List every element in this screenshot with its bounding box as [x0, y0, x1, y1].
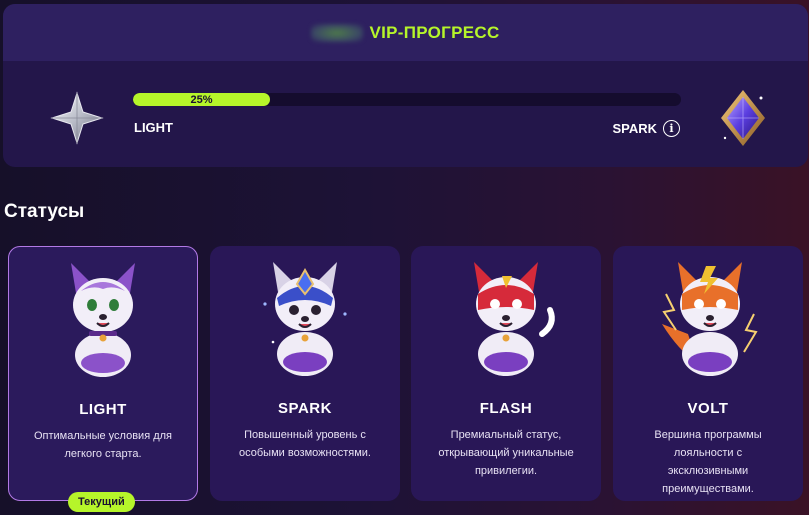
status-card-description: Вершина программы лояльности с эксклюзив… [654, 429, 762, 495]
statuses-section-title: Статусы [4, 201, 85, 222]
vip-title: VIP-ПРОГРЕСС [369, 22, 500, 42]
status-card-description: Премиальный статус, открывающий уникальн… [438, 429, 574, 477]
progress-fill: 25% [133, 93, 270, 106]
current-status-badge: Текущий [68, 492, 135, 512]
status-card-name: VOLT [687, 400, 729, 417]
silver-star-icon [50, 91, 104, 145]
current-level-label: LIGHT [134, 120, 173, 135]
status-card-description: Повышенный уровень с особыми возможностя… [239, 429, 371, 459]
next-level-group: SPARK i [612, 120, 680, 137]
purple-diamond-icon [721, 90, 765, 146]
status-card-volt[interactable]: VOLT Вершина программы лояльности с экск… [613, 246, 803, 501]
vip-header: VIP-ПРОГРЕСС [3, 4, 808, 61]
status-card-description: Оптимальные условия для легкого старта. [33, 430, 172, 460]
status-card-name: FLASH [479, 400, 533, 417]
flash-mascot-image [474, 262, 555, 376]
progress-bar: 25% [133, 93, 681, 106]
next-level-label: SPARK [612, 121, 657, 136]
status-card-name: SPARK [278, 400, 332, 417]
volt-mascot-image [662, 262, 758, 376]
status-card-light[interactable]: LIGHT Оптимальные условия для легкого ст… [8, 246, 198, 501]
status-card-flash[interactable]: FLASH Премиальный статус, открывающий ун… [411, 246, 601, 501]
blurred-brand-logo [311, 23, 364, 42]
info-icon[interactable]: i [663, 120, 680, 137]
status-card-spark[interactable]: SPARK Повышенный уровень с особыми возмо… [210, 246, 400, 501]
vip-progress-body: 25% LIGHT SPARK i [3, 61, 808, 167]
vip-title-wrap: VIP-ПРОГРЕСС [311, 23, 499, 43]
status-card-name: LIGHT [79, 401, 127, 418]
mascot-suit-light [81, 353, 125, 373]
progress-percent-label: 25% [190, 93, 213, 106]
light-mascot-image [71, 263, 135, 377]
vip-progress-panel: VIP-ПРОГРЕСС 25% LIGHT SPARK i [3, 4, 808, 167]
spark-mascot-image [263, 262, 347, 376]
